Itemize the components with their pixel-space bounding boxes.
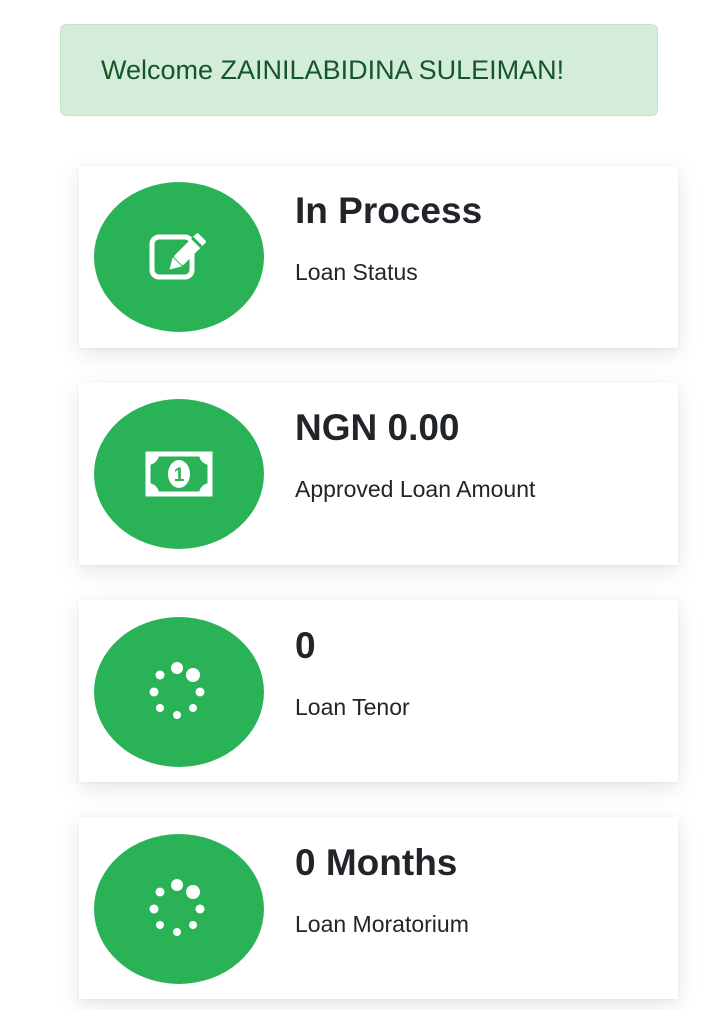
approved-amount-value: NGN 0.00	[295, 407, 460, 448]
loan-tenor-card: 0 Loan Tenor	[79, 600, 678, 782]
spinner-icon	[149, 879, 205, 936]
loan-moratorium-card: 0 Months Loan Moratorium	[79, 817, 678, 999]
spinner-icon	[149, 662, 205, 719]
loan-status-card: In Process Loan Status	[79, 166, 678, 348]
welcome-alert: Welcome ZAINILABIDINA SULEIMAN!	[60, 24, 658, 116]
approved-amount-icon-circle: 1	[94, 399, 264, 549]
loan-status-icon-circle	[94, 182, 264, 332]
approved-amount-label: Approved Loan Amount	[295, 476, 536, 502]
loan-tenor-icon-circle	[94, 617, 264, 767]
loan-moratorium-value: 0 Months	[295, 842, 458, 883]
loan-tenor-label: Loan Tenor	[295, 694, 410, 720]
loan-tenor-value: 0	[295, 625, 316, 666]
welcome-text: Welcome ZAINILABIDINA SULEIMAN!	[101, 54, 565, 85]
money-bill-icon: 1	[145, 451, 213, 497]
loan-status-label: Loan Status	[295, 259, 418, 285]
svg-text:1: 1	[174, 465, 185, 486]
loan-moratorium-icon-circle	[94, 834, 264, 984]
loan-status-value: In Process	[295, 190, 483, 231]
loan-moratorium-label: Loan Moratorium	[295, 911, 469, 937]
approved-amount-card: 1 NGN 0.00 Approved Loan Amount	[79, 383, 678, 565]
edit-icon	[149, 233, 206, 280]
